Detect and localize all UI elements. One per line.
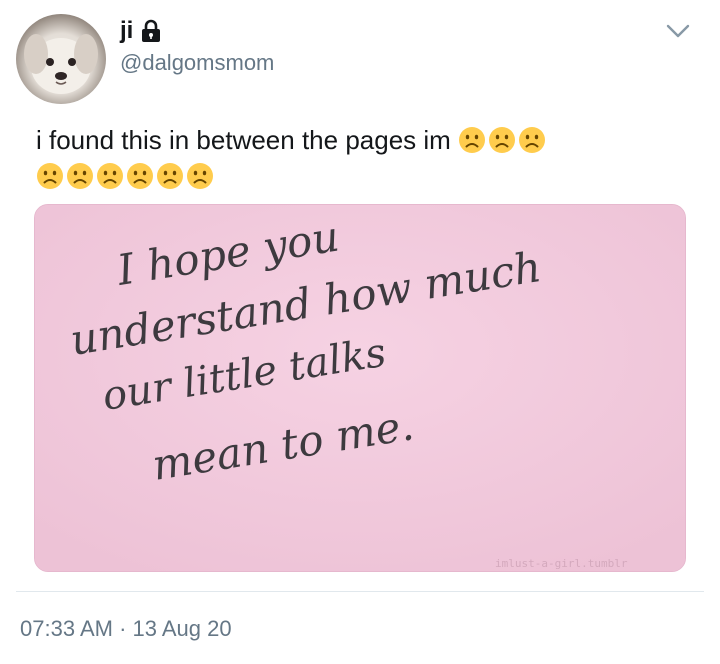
- emoji-group-1: [458, 125, 548, 155]
- frowning-face-icon: [157, 163, 183, 189]
- frowning-face-icon: [187, 163, 213, 189]
- frowning-face-icon: [97, 163, 123, 189]
- frowning-face-icon: [519, 127, 546, 153]
- frowning-face-icon: [127, 163, 153, 189]
- frowning-face-icon: [459, 127, 486, 153]
- tweet-header: ji @dalgomsmom: [120, 14, 274, 76]
- emoji-group-2: [36, 161, 216, 191]
- frowning-face-icon: [489, 127, 516, 153]
- tweet-text-line1: i found this in between the pages im: [36, 125, 451, 155]
- divider: [16, 591, 704, 592]
- lock-icon: [141, 19, 161, 43]
- tweet-timestamp[interactable]: 07:33 AM · 13 Aug 20: [20, 616, 232, 642]
- frowning-face-icon: [67, 163, 93, 189]
- chevron-down-icon[interactable]: [665, 22, 691, 40]
- tweet-image[interactable]: I hope you understand how much our littl…: [34, 204, 686, 572]
- display-name[interactable]: ji: [120, 17, 133, 45]
- user-handle[interactable]: @dalgomsmom: [120, 50, 274, 76]
- name-row: ji: [120, 14, 274, 48]
- handwritten-note: I hope you understand how much our littl…: [35, 205, 685, 571]
- image-watermark: imlust-a-girl.tumblr: [495, 557, 628, 570]
- dog-avatar-icon: [24, 34, 98, 94]
- tweet-text: i found this in between the pages im: [36, 122, 676, 194]
- avatar[interactable]: [16, 14, 106, 104]
- frowning-face-icon: [37, 163, 63, 189]
